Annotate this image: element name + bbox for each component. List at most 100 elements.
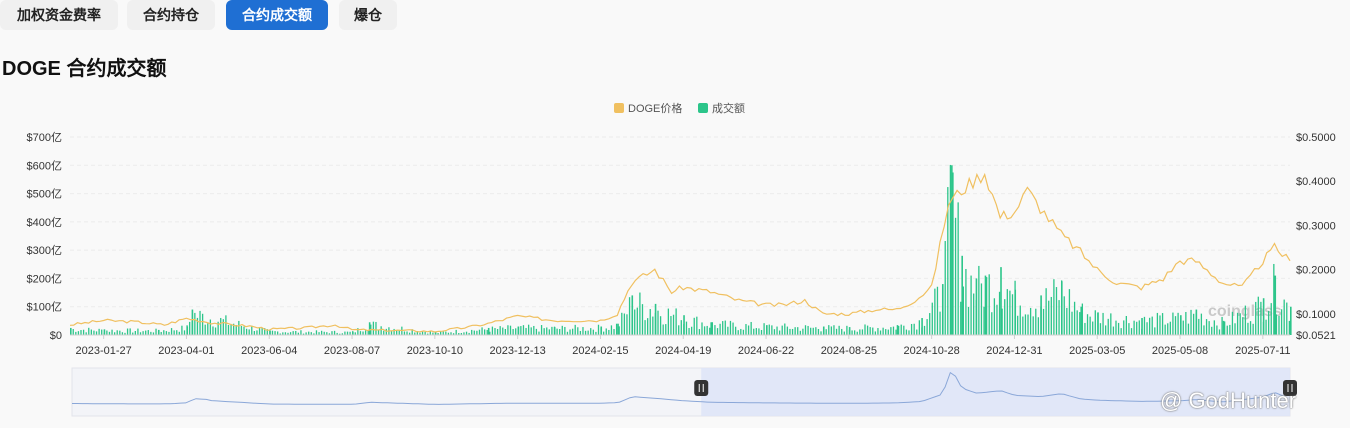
- volume-bar: [608, 329, 610, 335]
- volume-bar: [647, 318, 649, 335]
- volume-bar: [1115, 320, 1117, 335]
- volume-bar-peak: [1097, 312, 1099, 335]
- volume-bar: [383, 330, 385, 335]
- volume-bar: [740, 328, 742, 335]
- volume-bar: [214, 327, 217, 335]
- volume-bar: [1208, 321, 1210, 335]
- volume-bar: [592, 329, 594, 335]
- volume-bar: [760, 329, 763, 335]
- x-axis-tick-label: 2024-10-28: [903, 345, 959, 357]
- volume-bar: [1229, 324, 1231, 335]
- volume-bar: [745, 324, 747, 335]
- volume-bar: [577, 327, 579, 335]
- legend-swatch: [614, 103, 624, 113]
- volume-bar: [797, 327, 799, 335]
- volume-bar: [582, 327, 584, 335]
- volume-bar: [623, 313, 626, 335]
- volume-bar: [967, 306, 970, 335]
- volume-bar: [854, 330, 856, 335]
- left-axis-tick-label: $700亿: [27, 131, 62, 144]
- volume-bar: [960, 301, 962, 335]
- volume-bar-peak: [1180, 315, 1182, 335]
- volume-bar: [923, 325, 926, 335]
- volume-bar: [1048, 300, 1050, 335]
- volume-bar: [176, 330, 178, 335]
- volume-bar-peak: [487, 327, 490, 335]
- volume-bar: [810, 327, 812, 335]
- volume-bar: [667, 308, 670, 335]
- volume-bar: [615, 323, 618, 335]
- volume-bar: [276, 331, 279, 335]
- volume-bar: [693, 317, 695, 335]
- volume-bar: [737, 330, 739, 335]
- volume-bar: [755, 328, 757, 335]
- volume-bar: [1035, 308, 1037, 335]
- right-axis-tick-label: $0.1000: [1296, 309, 1336, 321]
- volume-bar: [954, 217, 957, 335]
- volume-bar: [300, 330, 302, 335]
- volume-bar: [820, 331, 822, 335]
- volume-bar: [626, 314, 628, 335]
- volume-bar: [222, 319, 224, 335]
- volume-bar: [1117, 322, 1120, 335]
- volume-bar: [1257, 296, 1259, 335]
- handle-grip[interactable]: [694, 380, 709, 396]
- volume-bar: [1286, 302, 1288, 335]
- volume-bar: [442, 331, 444, 335]
- volume-bar: [126, 328, 129, 335]
- volume-bar: [362, 331, 364, 335]
- volume-bar-peak: [186, 326, 189, 335]
- volume-bar: [722, 321, 724, 335]
- volume-bar: [165, 331, 168, 335]
- left-axis-tick-label: $0: [50, 330, 62, 342]
- volume-bar-peak: [848, 327, 851, 335]
- volume-bar: [652, 316, 654, 335]
- volume-bar: [504, 328, 506, 335]
- volume-bar: [1242, 317, 1244, 335]
- volume-bar-peak: [553, 327, 556, 335]
- volume-bar: [1120, 328, 1122, 335]
- volume-bar: [181, 325, 183, 335]
- volume-bar: [1154, 327, 1156, 335]
- volume-bar: [1006, 289, 1008, 335]
- volume-bar-peak: [1040, 295, 1042, 335]
- x-axis-tick-label: 2024-02-15: [572, 345, 628, 357]
- volume-bar: [1063, 296, 1065, 335]
- volume-bar: [1161, 313, 1164, 335]
- volume-bar: [308, 331, 310, 335]
- volume-bar: [137, 328, 139, 335]
- volume-bar: [846, 325, 848, 335]
- volume-bar: [1102, 312, 1104, 335]
- volume-bar: [251, 325, 253, 335]
- volume-bar: [786, 326, 789, 335]
- volume-bar: [649, 309, 651, 335]
- volume-bar: [869, 327, 871, 335]
- volume-bar: [903, 325, 905, 335]
- volume-bar-peak: [157, 329, 160, 335]
- volume-bar-peak: [1014, 289, 1017, 335]
- volume-bar: [1244, 305, 1247, 335]
- volume-bar: [1203, 325, 1205, 335]
- volume-bar: [173, 330, 175, 335]
- volume-bar: [1011, 294, 1014, 335]
- volume-bar: [678, 325, 680, 335]
- volume-bar: [1104, 325, 1107, 335]
- volume-bar: [98, 328, 100, 335]
- volume-bar: [183, 330, 186, 335]
- navigator-left-handle[interactable]: [694, 380, 709, 396]
- volume-bar: [605, 328, 607, 335]
- volume-bar: [1022, 316, 1024, 335]
- volume-bar: [794, 327, 796, 335]
- volume-bar: [709, 327, 711, 335]
- volume-bar: [1055, 287, 1058, 335]
- volume-bar: [828, 325, 830, 335]
- volume-bar-peak: [600, 326, 603, 335]
- volume-bar: [859, 329, 861, 335]
- volume-bar: [235, 324, 237, 335]
- volume-bar: [1260, 301, 1262, 335]
- volume-bar: [77, 331, 80, 335]
- volume-bar: [1125, 315, 1127, 335]
- volume-bar-peak: [1080, 306, 1083, 335]
- volume-bar: [1185, 311, 1187, 335]
- volume-bar: [799, 330, 801, 335]
